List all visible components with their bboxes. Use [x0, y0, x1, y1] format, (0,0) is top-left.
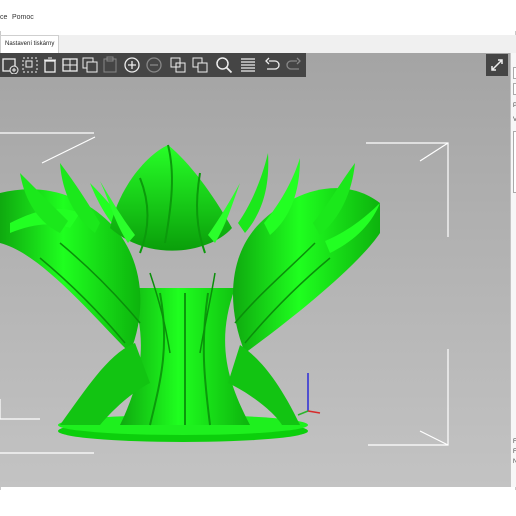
remove-instance-icon [146, 56, 162, 73]
menu-bar [0, 13, 516, 31]
menu-item-partial[interactable]: ce [0, 14, 7, 21]
arrange-button[interactable] [20, 54, 40, 75]
split-parts-icon [192, 57, 208, 72]
split-objects-button[interactable] [168, 54, 188, 75]
split-parts-button[interactable] [190, 54, 210, 75]
copy-icon [82, 57, 98, 72]
layout-button[interactable] [60, 54, 80, 75]
paste-icon [103, 56, 117, 72]
add-instance-button[interactable] [122, 54, 142, 75]
redo-icon [286, 57, 301, 70]
undo-button[interactable] [262, 54, 282, 75]
menu-item-help[interactable]: Pomoc [12, 14, 34, 21]
layout-icon [62, 57, 78, 72]
layers-editor-button[interactable] [238, 54, 258, 75]
copy-button[interactable] [80, 54, 100, 75]
axes-gizmo [297, 373, 321, 416]
3d-viewport[interactable] [0, 53, 510, 487]
tab-printer-settings[interactable]: Nastavení tiskárny [0, 35, 60, 53]
redo-button[interactable] [284, 54, 304, 75]
add-object-icon [2, 57, 19, 74]
search-button[interactable] [214, 54, 234, 75]
add-instance-icon [124, 56, 140, 73]
split-objects-icon [170, 57, 186, 72]
double-chevron-icon [491, 59, 503, 71]
delete-button[interactable] [40, 54, 60, 75]
collapse-sidebar-button[interactable] [486, 54, 508, 76]
layers-editor-icon [241, 57, 255, 72]
arrange-icon [22, 57, 38, 72]
undo-icon [265, 57, 280, 70]
remove-instance-button[interactable] [144, 54, 164, 75]
paste-button[interactable] [100, 54, 120, 75]
search-icon [216, 56, 233, 73]
bottom-area [0, 490, 516, 516]
delete-icon [44, 57, 56, 73]
scene-canvas [0, 132, 449, 454]
add-object-button[interactable] [0, 54, 20, 75]
right-sidebar: P V F F N [510, 53, 516, 487]
tab-bar [0, 35, 516, 54]
